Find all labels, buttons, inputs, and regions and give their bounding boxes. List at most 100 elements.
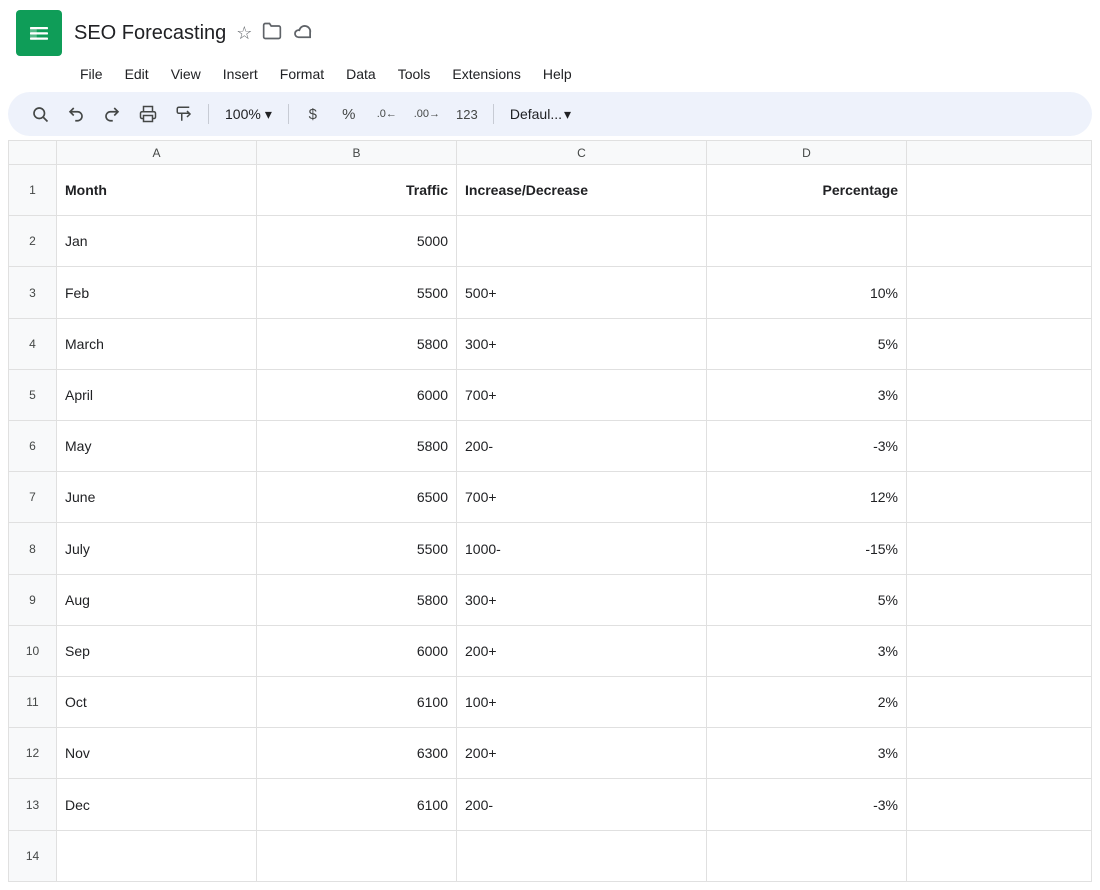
cell-2-c[interactable] (457, 216, 707, 267)
print-icon[interactable] (132, 98, 164, 130)
cell-1-e[interactable] (907, 165, 1092, 216)
cell-2-e[interactable] (907, 216, 1092, 267)
cell-4-c[interactable]: 300+ (457, 318, 707, 369)
cloud-icon[interactable] (292, 23, 314, 44)
cell-9-c[interactable]: 300+ (457, 574, 707, 625)
cell-9-a[interactable]: Aug (57, 574, 257, 625)
cell-10-a[interactable]: Sep (57, 625, 257, 676)
cell-13-b[interactable]: 6100 (257, 779, 457, 830)
cell-6-e[interactable] (907, 421, 1092, 472)
menu-view[interactable]: View (161, 62, 211, 86)
menu-extensions[interactable]: Extensions (442, 62, 530, 86)
cell-8-b[interactable]: 5500 (257, 523, 457, 574)
cell-4-b[interactable]: 5800 (257, 318, 457, 369)
cell-6-c[interactable]: 200- (457, 421, 707, 472)
cell-13-d[interactable]: -3% (707, 779, 907, 830)
cell-14-c[interactable] (457, 830, 707, 881)
cell-8-c[interactable]: 1000- (457, 523, 707, 574)
menu-insert[interactable]: Insert (213, 62, 268, 86)
cell-3-a[interactable]: Feb (57, 267, 257, 318)
menu-file[interactable]: File (70, 62, 113, 86)
cell-11-d[interactable]: 2% (707, 677, 907, 728)
cell-6-a[interactable]: May (57, 421, 257, 472)
doc-title-text[interactable]: SEO Forecasting (74, 22, 226, 45)
cell-12-b[interactable]: 6300 (257, 728, 457, 779)
cell-9-d[interactable]: 5% (707, 574, 907, 625)
cell-4-e[interactable] (907, 318, 1092, 369)
cell-4-a[interactable]: March (57, 318, 257, 369)
cell-11-c[interactable]: 100+ (457, 677, 707, 728)
paint-format-icon[interactable] (168, 98, 200, 130)
cell-7-e[interactable] (907, 472, 1092, 523)
menu-tools[interactable]: Tools (388, 62, 441, 86)
menu-format[interactable]: Format (270, 62, 334, 86)
cell-9-b[interactable]: 5800 (257, 574, 457, 625)
cell-2-b[interactable]: 5000 (257, 216, 457, 267)
menu-help[interactable]: Help (533, 62, 582, 86)
cell-2-d[interactable] (707, 216, 907, 267)
cell-1-b[interactable]: Traffic (257, 165, 457, 216)
cell-7-c[interactable]: 700+ (457, 472, 707, 523)
cell-14-e[interactable] (907, 830, 1092, 881)
col-header-b[interactable]: B (257, 141, 457, 165)
cell-14-d[interactable] (707, 830, 907, 881)
cell-10-b[interactable]: 6000 (257, 625, 457, 676)
cell-7-b[interactable]: 6500 (257, 472, 457, 523)
menu-edit[interactable]: Edit (115, 62, 159, 86)
cell-5-c[interactable]: 700+ (457, 369, 707, 420)
cell-4-d[interactable]: 5% (707, 318, 907, 369)
decimal-increase-button[interactable]: .00→ (409, 98, 445, 130)
cell-8-a[interactable]: July (57, 523, 257, 574)
cell-3-c[interactable]: 500+ (457, 267, 707, 318)
folder-icon[interactable] (262, 21, 282, 46)
cell-13-a[interactable]: Dec (57, 779, 257, 830)
cell-5-a[interactable]: April (57, 369, 257, 420)
cell-10-d[interactable]: 3% (707, 625, 907, 676)
cell-6-b[interactable]: 5800 (257, 421, 457, 472)
col-header-c[interactable]: C (457, 141, 707, 165)
col-header-d[interactable]: D (707, 141, 907, 165)
cell-13-e[interactable] (907, 779, 1092, 830)
number-format-button[interactable]: 123 (449, 98, 485, 130)
cell-14-b[interactable] (257, 830, 457, 881)
cell-3-d[interactable]: 10% (707, 267, 907, 318)
cell-11-b[interactable]: 6100 (257, 677, 457, 728)
cell-12-e[interactable] (907, 728, 1092, 779)
search-icon[interactable] (24, 98, 56, 130)
cell-5-e[interactable] (907, 369, 1092, 420)
cell-11-a[interactable]: Oct (57, 677, 257, 728)
cell-12-d[interactable]: 3% (707, 728, 907, 779)
undo-icon[interactable] (60, 98, 92, 130)
cell-5-b[interactable]: 6000 (257, 369, 457, 420)
cell-14-a[interactable] (57, 830, 257, 881)
cell-10-c[interactable]: 200+ (457, 625, 707, 676)
cell-3-e[interactable] (907, 267, 1092, 318)
percent-button[interactable]: % (333, 98, 365, 130)
cell-11-e[interactable] (907, 677, 1092, 728)
cell-12-a[interactable]: Nov (57, 728, 257, 779)
zoom-selector[interactable]: 100% ▾ (217, 102, 280, 127)
star-icon[interactable]: ☆ (236, 23, 252, 44)
cell-8-d[interactable]: -15% (707, 523, 907, 574)
cell-3-b[interactable]: 5500 (257, 267, 457, 318)
col-header-a[interactable]: A (57, 141, 257, 165)
menu-data[interactable]: Data (336, 62, 386, 86)
cell-5-d[interactable]: 3% (707, 369, 907, 420)
cell-2-a[interactable]: Jan (57, 216, 257, 267)
currency-button[interactable]: $ (297, 98, 329, 130)
col-header-e[interactable] (907, 141, 1092, 165)
cell-6-d[interactable]: -3% (707, 421, 907, 472)
cell-9-e[interactable] (907, 574, 1092, 625)
cell-1-c[interactable]: Increase/Decrease (457, 165, 707, 216)
redo-icon[interactable] (96, 98, 128, 130)
cell-13-c[interactable]: 200- (457, 779, 707, 830)
font-format-dropdown[interactable]: Defaul... ▾ (502, 102, 579, 127)
cell-1-d[interactable]: Percentage (707, 165, 907, 216)
cell-8-e[interactable] (907, 523, 1092, 574)
cell-7-d[interactable]: 12% (707, 472, 907, 523)
cell-10-e[interactable] (907, 625, 1092, 676)
cell-7-a[interactable]: June (57, 472, 257, 523)
decimal-decrease-button[interactable]: .0← (369, 98, 405, 130)
cell-1-a[interactable]: Month (57, 165, 257, 216)
cell-12-c[interactable]: 200+ (457, 728, 707, 779)
